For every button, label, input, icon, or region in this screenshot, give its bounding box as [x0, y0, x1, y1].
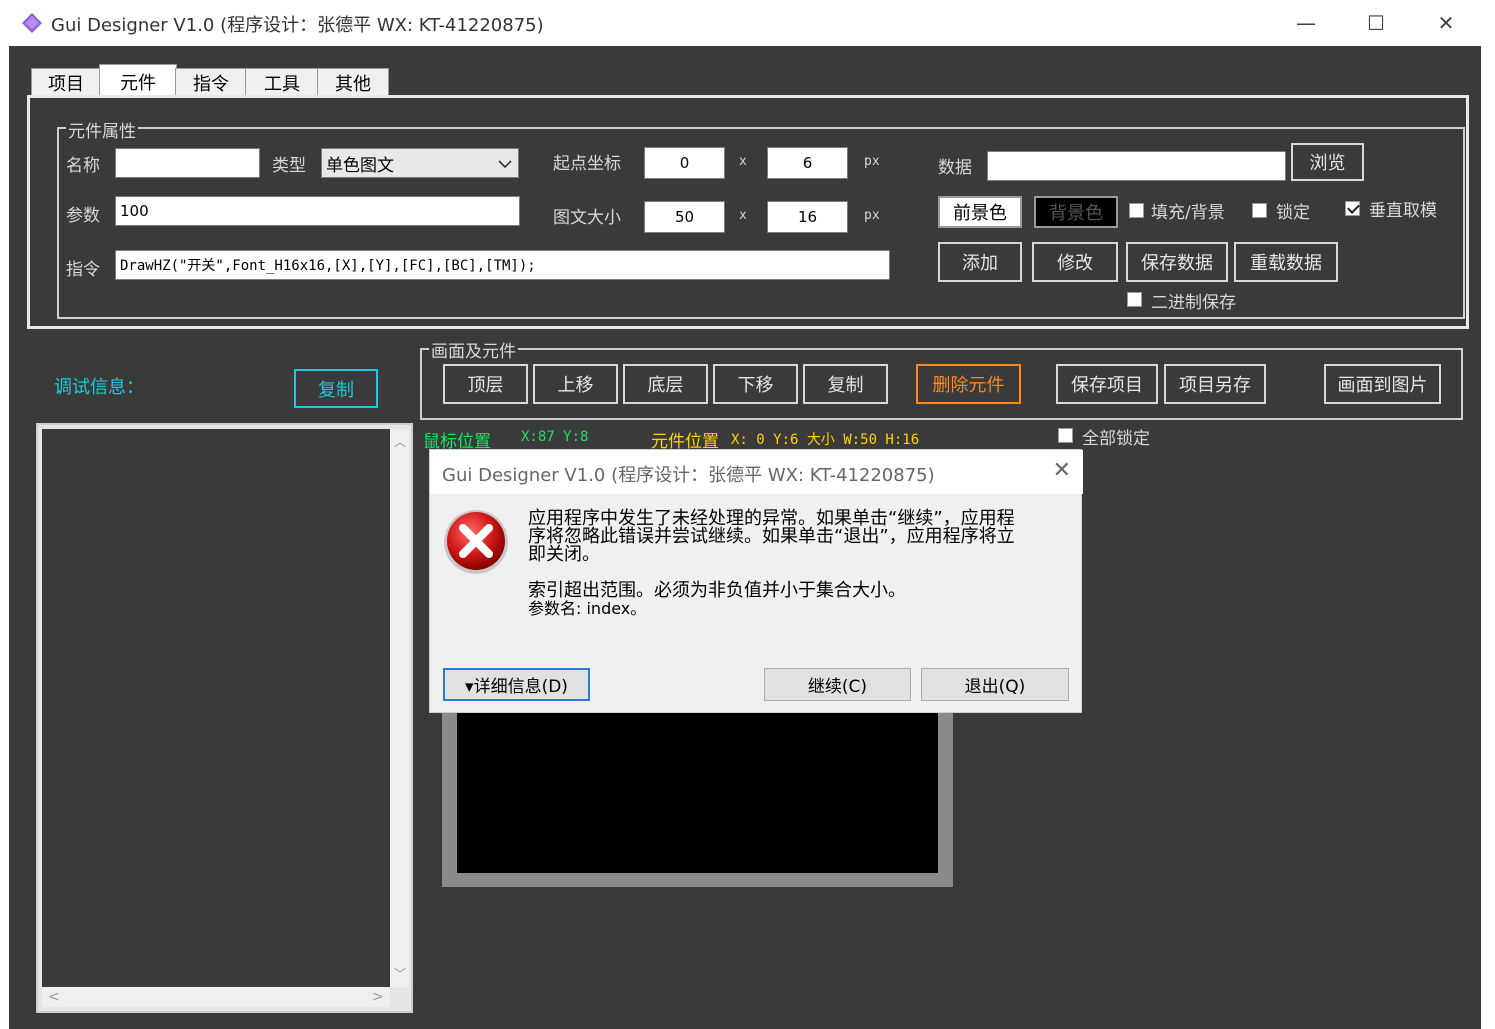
- scroll-right-icon[interactable]: >: [372, 989, 384, 1005]
- scene-copy-button[interactable]: 复制: [803, 364, 888, 404]
- element-position-value: X: 0 Y:6 大小 W:50 H:16: [731, 432, 920, 448]
- app-logo-icon: [22, 13, 42, 33]
- debug-copy-button[interactable]: 复制: [294, 369, 378, 408]
- minimize-button[interactable]: —: [1273, 0, 1339, 46]
- tab-component[interactable]: 元件: [99, 64, 177, 98]
- browse-button[interactable]: 浏览: [1291, 143, 1364, 181]
- tab-tools[interactable]: 工具: [245, 68, 319, 97]
- delete-element-button[interactable]: 删除元件: [916, 364, 1021, 404]
- data-label: 数据: [938, 158, 972, 178]
- close-button[interactable]: ✕: [1413, 0, 1479, 46]
- origin-unit: px: [864, 154, 880, 169]
- dialog-title-bar: Gui Designer V1.0 (程序设计：张德平 WX: KT-41220…: [430, 450, 1083, 494]
- window-title: Gui Designer V1.0 (程序设计：张德平 WX: KT-41220…: [51, 15, 544, 36]
- fill-bg-label: 填充/背景: [1151, 203, 1225, 223]
- horizontal-scrollbar[interactable]: < >: [42, 987, 390, 1007]
- debug-info-box: ︿ ﹀ < >: [36, 423, 413, 1013]
- vertical-mode-checkbox[interactable]: [1345, 201, 1360, 216]
- scroll-left-icon[interactable]: <: [48, 989, 60, 1005]
- origin-x-separator: x: [739, 154, 747, 169]
- scene-legend: 画面及元件: [429, 337, 518, 362]
- continue-button[interactable]: 继续(C): [764, 668, 911, 701]
- name-label: 名称: [66, 156, 100, 176]
- background-window-edge: [1481, 0, 1495, 1029]
- save-project-as-button[interactable]: 项目另存: [1164, 364, 1266, 404]
- add-button[interactable]: 添加: [938, 242, 1022, 282]
- lock-label: 锁定: [1276, 203, 1310, 223]
- lock-checkbox[interactable]: [1252, 203, 1267, 218]
- scroll-down-icon[interactable]: ﹀: [394, 965, 406, 982]
- vertical-scrollbar[interactable]: ︿ ﹀: [390, 429, 409, 987]
- tab-project[interactable]: 项目: [31, 68, 101, 97]
- dialog-error-text: 索引超出范围。必须为非负值并小于集合大小。: [528, 580, 906, 601]
- command-input[interactable]: DrawHZ("开关",Font_H16x16,[X],[Y],[FC],[BC…: [115, 250, 890, 280]
- scene-to-image-button[interactable]: 画面到图片: [1324, 364, 1441, 404]
- properties-panel: 元件属性 名称 类型 单色图文 参数 100 指令 DrawHZ("开关",Fo…: [27, 95, 1469, 329]
- design-canvas[interactable]: [457, 713, 938, 873]
- save-data-button[interactable]: 保存数据: [1126, 242, 1228, 282]
- param-input[interactable]: 100: [115, 196, 520, 226]
- origin-y-input[interactable]: 6: [767, 147, 848, 179]
- modify-button[interactable]: 修改: [1032, 242, 1118, 282]
- background-color-button[interactable]: 背景色: [1034, 196, 1118, 228]
- size-label: 图文大小: [553, 208, 621, 228]
- dialog-message-line-3: 即关闭。: [528, 544, 600, 565]
- binary-save-checkbox[interactable]: [1127, 292, 1142, 307]
- layer-bottom-button[interactable]: 底层: [623, 364, 708, 404]
- tab-command[interactable]: 指令: [175, 68, 247, 97]
- type-select[interactable]: 单色图文: [321, 148, 519, 178]
- command-label: 指令: [66, 260, 100, 280]
- size-h-input[interactable]: 16: [767, 201, 848, 233]
- tab-other[interactable]: 其他: [317, 68, 389, 97]
- type-label: 类型: [272, 156, 306, 176]
- origin-label: 起点坐标: [553, 154, 621, 174]
- mouse-position-value: X:87 Y:8: [521, 429, 589, 445]
- type-select-value: 单色图文: [326, 155, 394, 176]
- fill-bg-checkbox[interactable]: [1129, 203, 1144, 218]
- details-button[interactable]: ▾详细信息(D): [443, 668, 590, 701]
- origin-x-input[interactable]: 0: [644, 147, 725, 179]
- debug-text-area[interactable]: [42, 429, 390, 987]
- debug-info-label: 调试信息：: [54, 377, 144, 398]
- size-x-separator: x: [739, 208, 747, 223]
- vertical-mode-label: 垂直取模: [1369, 201, 1437, 221]
- layer-top-button[interactable]: 顶层: [443, 364, 528, 404]
- foreground-color-button[interactable]: 前景色: [938, 196, 1022, 228]
- maximize-button[interactable]: ☐: [1343, 0, 1409, 46]
- quit-button[interactable]: 退出(Q): [921, 668, 1069, 701]
- dialog-title: Gui Designer V1.0 (程序设计：张德平 WX: KT-41220…: [442, 465, 935, 486]
- save-project-button[interactable]: 保存项目: [1056, 364, 1158, 404]
- lock-all-label: 全部锁定: [1082, 429, 1150, 449]
- title-bar: Gui Designer V1.0 (程序设计：张德平 WX: KT-41220…: [9, 0, 1481, 46]
- properties-legend: 元件属性: [66, 117, 138, 142]
- error-icon: [444, 510, 508, 574]
- canvas-frame: [442, 705, 953, 887]
- size-w-input[interactable]: 50: [644, 201, 725, 233]
- scroll-up-icon[interactable]: ︿: [394, 433, 406, 450]
- data-input[interactable]: [987, 151, 1286, 181]
- move-down-button[interactable]: 下移: [713, 364, 798, 404]
- dialog-param-name: 参数名: index。: [528, 599, 647, 618]
- chevron-down-icon: [498, 160, 512, 169]
- param-label: 参数: [66, 206, 100, 226]
- size-unit: px: [864, 208, 880, 223]
- error-dialog: Gui Designer V1.0 (程序设计：张德平 WX: KT-41220…: [429, 449, 1083, 713]
- dialog-message-line-2: 序将忽略此错误并尝试继续。如果单击“退出”，应用程序将立: [528, 526, 1015, 547]
- lock-all-checkbox[interactable]: [1058, 428, 1073, 443]
- binary-save-label: 二进制保存: [1151, 293, 1236, 313]
- dialog-close-icon[interactable]: ✕: [1053, 458, 1071, 483]
- name-input[interactable]: [115, 148, 260, 178]
- move-up-button[interactable]: 上移: [533, 364, 618, 404]
- reload-data-button[interactable]: 重载数据: [1234, 242, 1338, 282]
